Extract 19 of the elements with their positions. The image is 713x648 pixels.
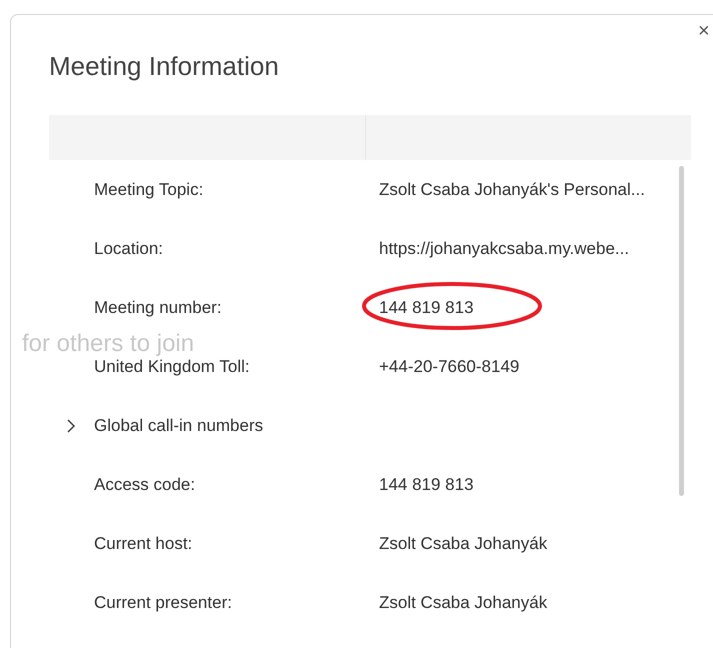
- field-value: Zsolt Csaba Johanyák: [379, 534, 548, 553]
- field-label: Meeting number:: [94, 296, 222, 319]
- field-value: +44-20-7660-8149: [379, 356, 520, 376]
- dialog-title: Meeting Information: [49, 53, 280, 79]
- field-value: Zsolt Csaba Johanyák: [379, 592, 548, 612]
- field-label: Access code:: [94, 474, 196, 496]
- expander-label[interactable]: Global call-in numbers: [94, 412, 264, 438]
- field-label: Location:: [94, 238, 163, 260]
- field-value: Zsolt Csaba Johanyák's Personal...: [379, 180, 645, 199]
- field-label: Current host:: [94, 532, 192, 555]
- close-button[interactable]: ×: [694, 21, 713, 41]
- field-value: 144 819 813: [379, 298, 474, 317]
- field-value: 144 819 813: [379, 474, 474, 494]
- field-label: Current presenter:: [94, 592, 232, 614]
- field-label: Meeting Topic:: [94, 178, 204, 201]
- field-label: United Kingdom Toll:: [94, 356, 250, 378]
- field-value: https://johanyakcsaba.my.webe...: [379, 238, 630, 258]
- scrollbar-thumb[interactable]: [679, 166, 684, 496]
- chevron-right-icon[interactable]: [65, 418, 77, 432]
